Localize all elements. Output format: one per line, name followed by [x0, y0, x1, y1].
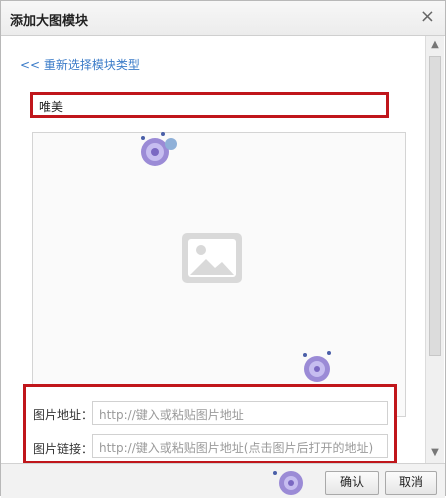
add-large-image-dialog: 添加大图模块 × << 重新选择模块类型 唯美 图片地址： http://键入或… — [0, 0, 446, 498]
close-icon[interactable]: × — [420, 7, 435, 27]
rose-sticker-icon — [303, 351, 331, 382]
dialog-title: 添加大图模块 — [10, 14, 89, 29]
dialog-footer: 确认 取消 — [1, 463, 445, 498]
confirm-button[interactable]: 确认 — [325, 471, 379, 495]
module-name-value: 唯美 — [39, 100, 64, 114]
reselect-module-type-link[interactable]: << 重新选择模块类型 — [20, 56, 140, 73]
dialog-content: << 重新选择模块类型 唯美 图片地址： http://键入或粘贴图片地址 图片… — [1, 36, 427, 463]
image-link-label: 图片链接： — [33, 442, 94, 456]
rose-sticker-icon — [141, 132, 177, 166]
rose-sticker-icon — [273, 471, 303, 495]
image-url-input[interactable]: http://键入或粘贴图片地址 — [92, 401, 388, 425]
vertical-scrollbar[interactable]: ▲ ▼ — [425, 36, 444, 463]
scroll-thumb[interactable] — [429, 56, 441, 356]
image-link-input[interactable]: http://键入或粘贴图片地址(点击图片后打开的地址) — [92, 434, 388, 458]
image-url-label: 图片地址： — [33, 408, 94, 422]
image-preview-area — [32, 132, 406, 417]
cancel-button[interactable]: 取消 — [385, 471, 437, 495]
dialog-titlebar: 添加大图模块 × — [1, 1, 445, 36]
scroll-down-icon[interactable]: ▼ — [429, 447, 441, 459]
module-name-field[interactable]: 唯美 — [30, 92, 389, 118]
image-placeholder-icon — [182, 233, 242, 283]
scroll-up-icon[interactable]: ▲ — [429, 39, 441, 51]
image-settings-form: 图片地址： http://键入或粘贴图片地址 图片链接： http://键入或粘… — [23, 384, 397, 463]
